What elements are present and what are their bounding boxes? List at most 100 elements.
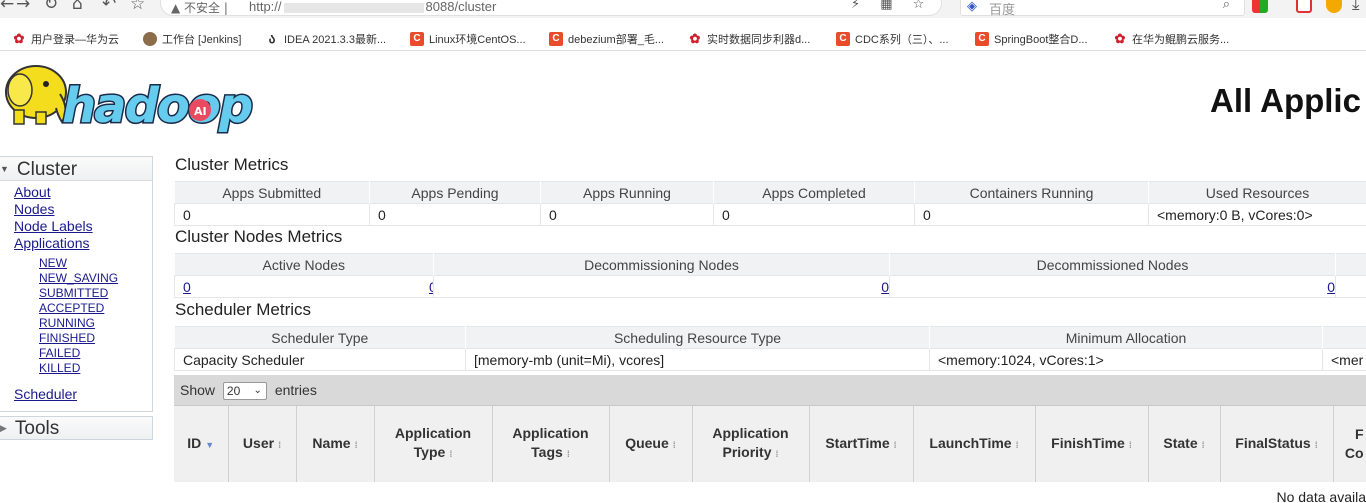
chevron-down-icon: ⌄ (253, 385, 262, 397)
col-application-tags[interactable]: Application Tags ⁞ (492, 406, 610, 482)
active-nodes-link[interactable]: 0 (183, 279, 191, 295)
apps-submitted-value: 0 (174, 203, 370, 226)
pdf-icon[interactable] (1296, 0, 1312, 13)
nav-state-new[interactable]: NEW (39, 256, 152, 271)
search-icon[interactable]: ⌕ (1223, 0, 1230, 12)
col-scheduling-resource-type: Scheduling Resource Type (465, 326, 930, 349)
col-used-resources: Used Resources (1148, 181, 1366, 204)
scheduler-type-value: Capacity Scheduler (174, 348, 466, 371)
col-launch-time[interactable]: LaunchTime ⁞ (913, 406, 1036, 482)
apps-completed-value: 0 (713, 203, 915, 226)
entries-label: entries (274, 382, 317, 398)
nodes-metrics-title: Cluster Nodes Metrics (175, 227, 343, 246)
bookmark-item[interactable]: 工作台 [Jenkins] (143, 31, 241, 47)
col-state[interactable]: State ⁞ (1148, 406, 1221, 482)
show-entries-row: Show 20 ⌄ entries (174, 375, 1366, 406)
empty-table-message: No data availa (1276, 489, 1366, 503)
security-label: 不安全 (184, 1, 221, 15)
bookmark-item[interactable]: C SpringBoot整合D... (975, 31, 1088, 47)
expand-triangle-icon: ▶ (0, 423, 7, 433)
sort-icon: ⁞ (566, 449, 570, 459)
used-resources-value: <memory:0 B, vCores:0> (1148, 203, 1366, 226)
bookmark-item[interactable]: C Linux环境CentOS... (410, 31, 526, 47)
decommissioning-nodes-link[interactable]: 0 (429, 279, 433, 295)
redacted-host (283, 2, 424, 13)
applications-table: ID ▼ User ⁞ Name ⁞ Application Type ⁞ Applic… (174, 406, 1366, 503)
address-bar[interactable]: ▲ 不安全 | http://8088/cluster ⚡ ▦ ☆ ⌄ (160, 0, 942, 18)
bookmark-item[interactable]: Cdebezium部署_毛... (549, 31, 664, 47)
col-truncated (1335, 253, 1366, 276)
cluster-metrics-title: Cluster Metrics (175, 155, 289, 174)
col-truncated[interactable]: F Co (1333, 406, 1366, 482)
bookmark-item[interactable]: ა IDEA 2021.3.3最新... (265, 31, 386, 47)
col-start-time[interactable]: StartTime ⁞ (809, 406, 914, 482)
col-truncated (1322, 326, 1366, 349)
col-id[interactable]: ID ▼ (174, 406, 229, 482)
csdn-icon: C (836, 32, 850, 46)
nav-section-tools[interactable]: ▶ Tools (0, 416, 153, 440)
bookmarks-bar: ✿ 用户登录—华为云 工作台 [Jenkins] ა IDEA 2021.3.3最新… (0, 27, 1366, 51)
col-decommissioning-nodes: Decommissioning Nodes (433, 253, 890, 276)
nav-link-applications[interactable]: Applications (14, 235, 152, 252)
col-queue[interactable]: Queue ⁞ (609, 406, 693, 482)
reload-icon[interactable]: ↻ (44, 0, 58, 14)
col-finish-time[interactable]: FinishTime ⁞ (1035, 406, 1149, 482)
col-name[interactable]: Name ⁞ (296, 406, 375, 482)
col-scheduler-type: Scheduler Type (174, 326, 466, 349)
home-icon[interactable]: ⌂ (72, 0, 83, 14)
search-box[interactable]: ◈ 百度 ⌕ (960, 0, 1245, 18)
nav-state-running[interactable]: RUNNING (39, 316, 152, 331)
nav-link-scheduler[interactable]: Scheduler (14, 386, 152, 403)
bookmark-item[interactable]: C CDC系列（三）、... (836, 31, 949, 47)
bookmark-item[interactable]: ✿ 用户登录—华为云 (12, 31, 119, 47)
apps-pending-value: 0 (369, 203, 541, 226)
nav-link-nodes[interactable]: Nodes (14, 201, 152, 218)
col-apps-completed: Apps Completed (713, 181, 915, 204)
svg-text:AI: AI (194, 105, 207, 118)
sort-icon: ⁞ (775, 449, 779, 459)
huawei-icon: ✿ (688, 31, 702, 46)
nav-state-new-saving[interactable]: NEW_SAVING (39, 271, 152, 286)
bookmark-item[interactable]: ✿ 实时数据同步利器d... (688, 31, 810, 47)
entries-select[interactable]: 20 ⌄ (222, 382, 267, 401)
decommissioned-nodes-link[interactable]: 0 (881, 279, 888, 295)
warning-icon: ▲ 不安全 | (171, 1, 228, 15)
svg-text:hadoop: hadoop (62, 78, 252, 134)
col-active-nodes: Active Nodes (174, 253, 434, 276)
col-final-status[interactable]: FinalStatus ⁞ (1220, 406, 1334, 482)
cluster-metrics-table: Apps Submitted Apps Pending Apps Running… (174, 181, 1366, 226)
forward-icon[interactable]: → (16, 0, 30, 14)
col-user[interactable]: User ⁞ (228, 406, 297, 482)
moon-icon[interactable] (1326, 0, 1342, 13)
page-title: All Applic (1210, 82, 1361, 119)
lost-nodes-link[interactable]: 0 (1327, 279, 1334, 295)
active-nodes-value[interactable]: 00 (174, 275, 434, 298)
nav-state-failed[interactable]: FAILED (39, 346, 152, 361)
nav-state-killed[interactable]: KILLED (39, 361, 152, 376)
address-bar-icons[interactable]: ⚡ ▦ ☆ ⌄ (851, 0, 941, 18)
col-apps-pending: Apps Pending (369, 181, 541, 204)
nav-link-node-labels[interactable]: Node Labels (14, 218, 152, 235)
nodes-metrics-table: Active Nodes Decommissioning Nodes Decom… (174, 253, 1366, 298)
jenkins-icon (143, 32, 157, 46)
sort-icon: ⁞ (449, 449, 453, 459)
decommissioned-nodes-cell: 0 (889, 275, 1336, 298)
nav-link-about[interactable]: About (14, 184, 152, 201)
nav-state-finished[interactable]: FINISHED (39, 331, 152, 346)
col-application-type[interactable]: Application Type ⁞ (374, 406, 493, 482)
show-label: Show (180, 382, 216, 398)
col-application-priority[interactable]: Application Priority ⁞ (692, 406, 810, 482)
download-icon[interactable]: ⤓ (1352, 0, 1360, 14)
nav-state-accepted[interactable]: ACCEPTED (39, 301, 152, 316)
extension-apps-icon[interactable] (1252, 0, 1268, 13)
bookmark-item[interactable]: ✿ 在华为鲲鹏云服务... (1113, 31, 1229, 47)
star-icon[interactable]: ☆ (130, 0, 145, 14)
undo-icon[interactable]: ↶ (102, 0, 116, 14)
collapse-triangle-icon: ▼ (0, 164, 9, 174)
browser-toolbar: ← → ↻ ⌂ ↶ ☆ ▲ 不安全 | http://8088/cluster … (0, 0, 1366, 18)
nav-section-cluster[interactable]: ▼ Cluster (0, 157, 152, 181)
sort-desc-icon: ▼ (205, 439, 215, 450)
back-icon[interactable]: ← (0, 0, 14, 14)
nav-state-submitted[interactable]: SUBMITTED (39, 286, 152, 301)
sort-icon: ⁞ (1128, 439, 1132, 450)
